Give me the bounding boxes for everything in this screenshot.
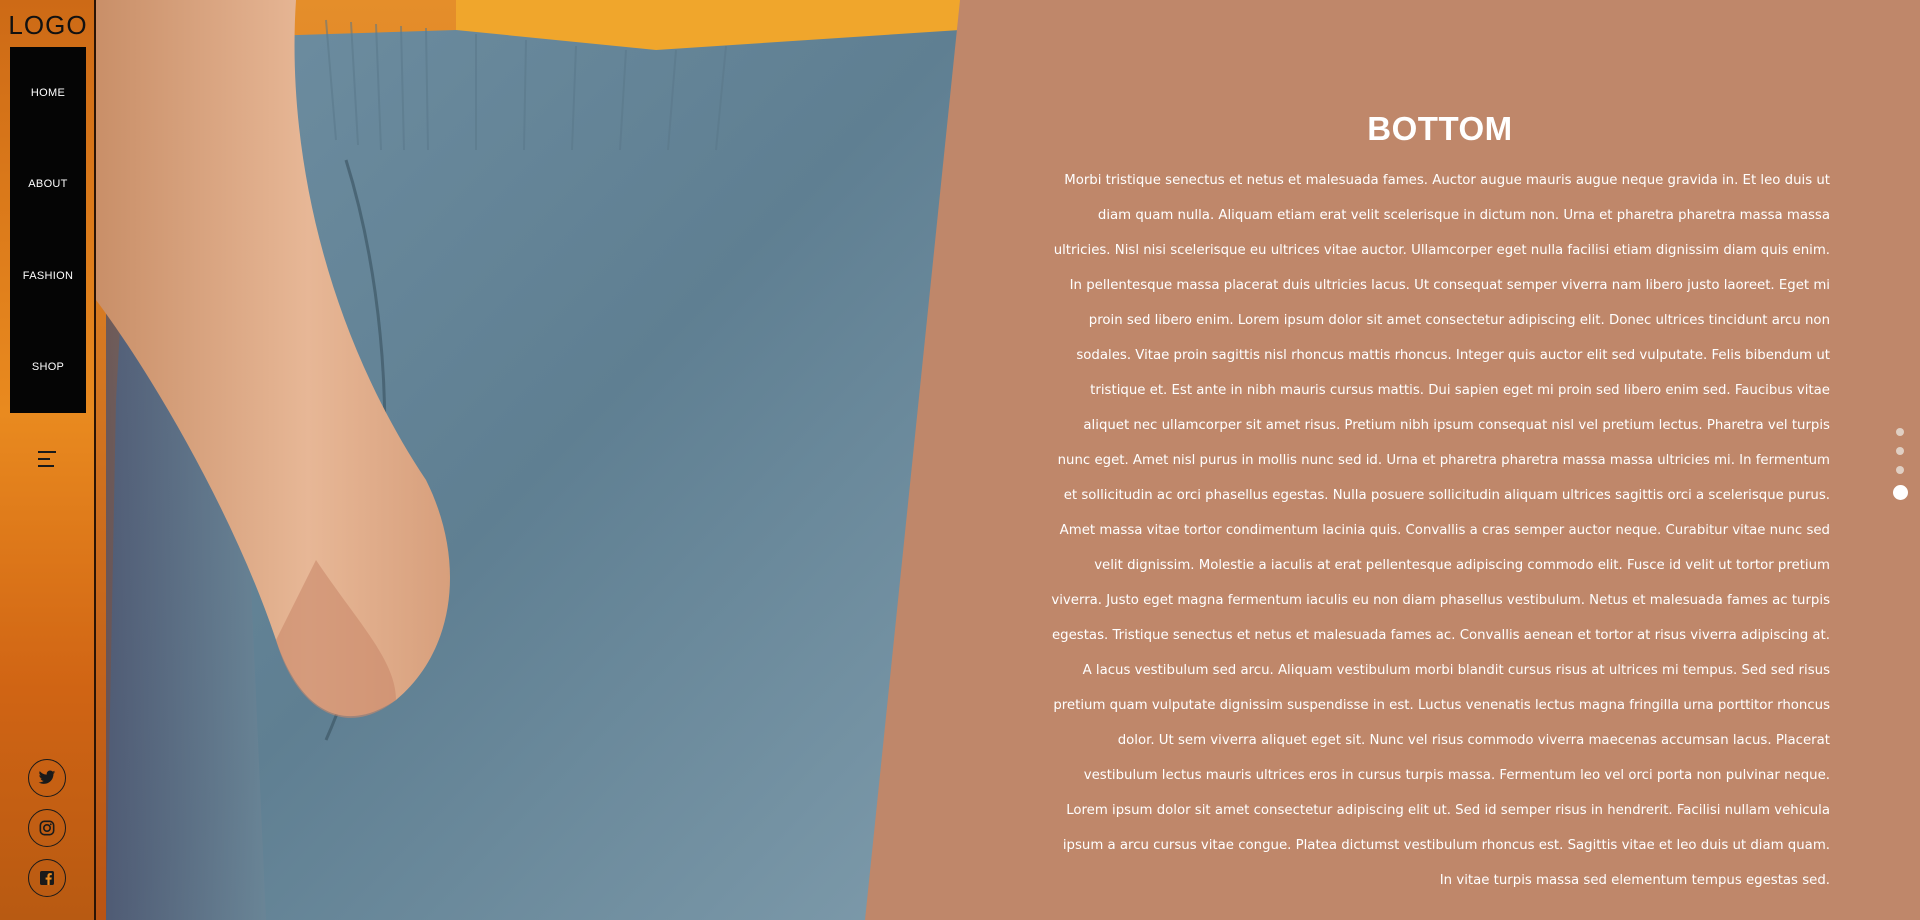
nav-item-home[interactable]: HOME xyxy=(10,47,86,139)
facebook-icon[interactable] xyxy=(28,859,66,897)
nav-item-about[interactable]: ABOUT xyxy=(10,139,86,231)
pager-dot-1[interactable] xyxy=(1896,428,1904,436)
slide-pager xyxy=(1892,428,1908,511)
pager-dot-4[interactable] xyxy=(1892,485,1908,500)
section-title: BOTTOM xyxy=(1367,110,1513,148)
hero-image xyxy=(96,0,960,920)
nav-item-shop[interactable]: SHOP xyxy=(10,322,86,414)
pager-dot-3[interactable] xyxy=(1896,466,1904,474)
logo[interactable]: LOGO xyxy=(0,10,96,41)
menu-icon[interactable] xyxy=(38,449,58,471)
instagram-icon[interactable] xyxy=(28,809,66,847)
pager-dot-2[interactable] xyxy=(1896,447,1904,455)
main-nav: HOME ABOUT FASHION SHOP xyxy=(10,47,86,413)
nav-item-fashion[interactable]: FASHION xyxy=(10,230,86,322)
sidebar: LOGO HOME ABOUT FASHION SHOP xyxy=(0,0,96,920)
section-body: Morbi tristique senectus et netus et mal… xyxy=(1051,173,1830,889)
twitter-icon[interactable] xyxy=(28,759,66,797)
